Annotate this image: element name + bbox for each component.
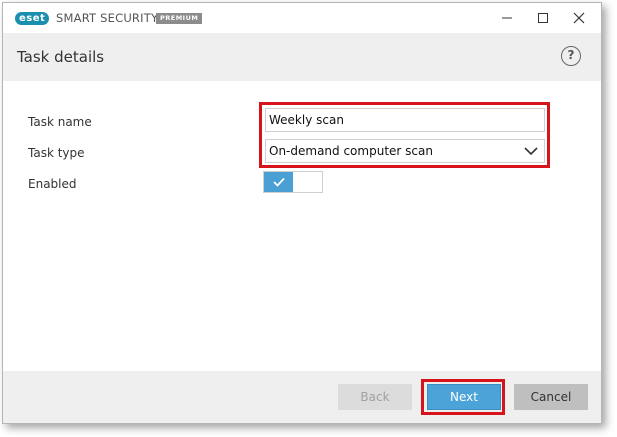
eset-logo: eset <box>15 12 50 25</box>
product-name: SMART SECURITY <box>56 11 159 25</box>
footer-bar: Back Next Cancel <box>3 371 601 423</box>
close-icon <box>573 12 585 24</box>
task-details-form: Task name Task type On-demand computer s… <box>3 81 601 371</box>
help-button[interactable]: ? <box>561 46 581 66</box>
task-type-label: Task type <box>28 146 85 160</box>
task-name-label: Task name <box>28 115 92 129</box>
checkmark-icon <box>272 177 285 187</box>
chevron-down-icon <box>524 147 538 156</box>
page-title: Task details <box>17 48 105 66</box>
close-button[interactable] <box>561 3 597 33</box>
task-type-selected-value: On-demand computer scan <box>269 144 433 158</box>
page-header: Task details ? <box>3 33 601 81</box>
next-button[interactable]: Next <box>427 384 501 410</box>
minimize-button[interactable] <box>489 3 525 33</box>
minimize-icon <box>502 17 512 19</box>
toggle-knob <box>264 172 293 192</box>
maximize-button[interactable] <box>525 3 561 33</box>
edition-badge: PREMIUM <box>156 13 203 24</box>
maximize-icon <box>538 13 548 23</box>
enabled-toggle[interactable] <box>263 171 323 193</box>
title-bar: eset SMART SECURITY PREMIUM <box>3 3 601 33</box>
cancel-button[interactable]: Cancel <box>514 384 588 410</box>
enabled-label: Enabled <box>28 177 77 191</box>
task-type-select[interactable]: On-demand computer scan <box>265 139 545 163</box>
dialog-window: eset SMART SECURITY PREMIUM Task details… <box>2 2 602 424</box>
back-button[interactable]: Back <box>338 384 412 410</box>
task-name-input[interactable] <box>265 108 545 132</box>
